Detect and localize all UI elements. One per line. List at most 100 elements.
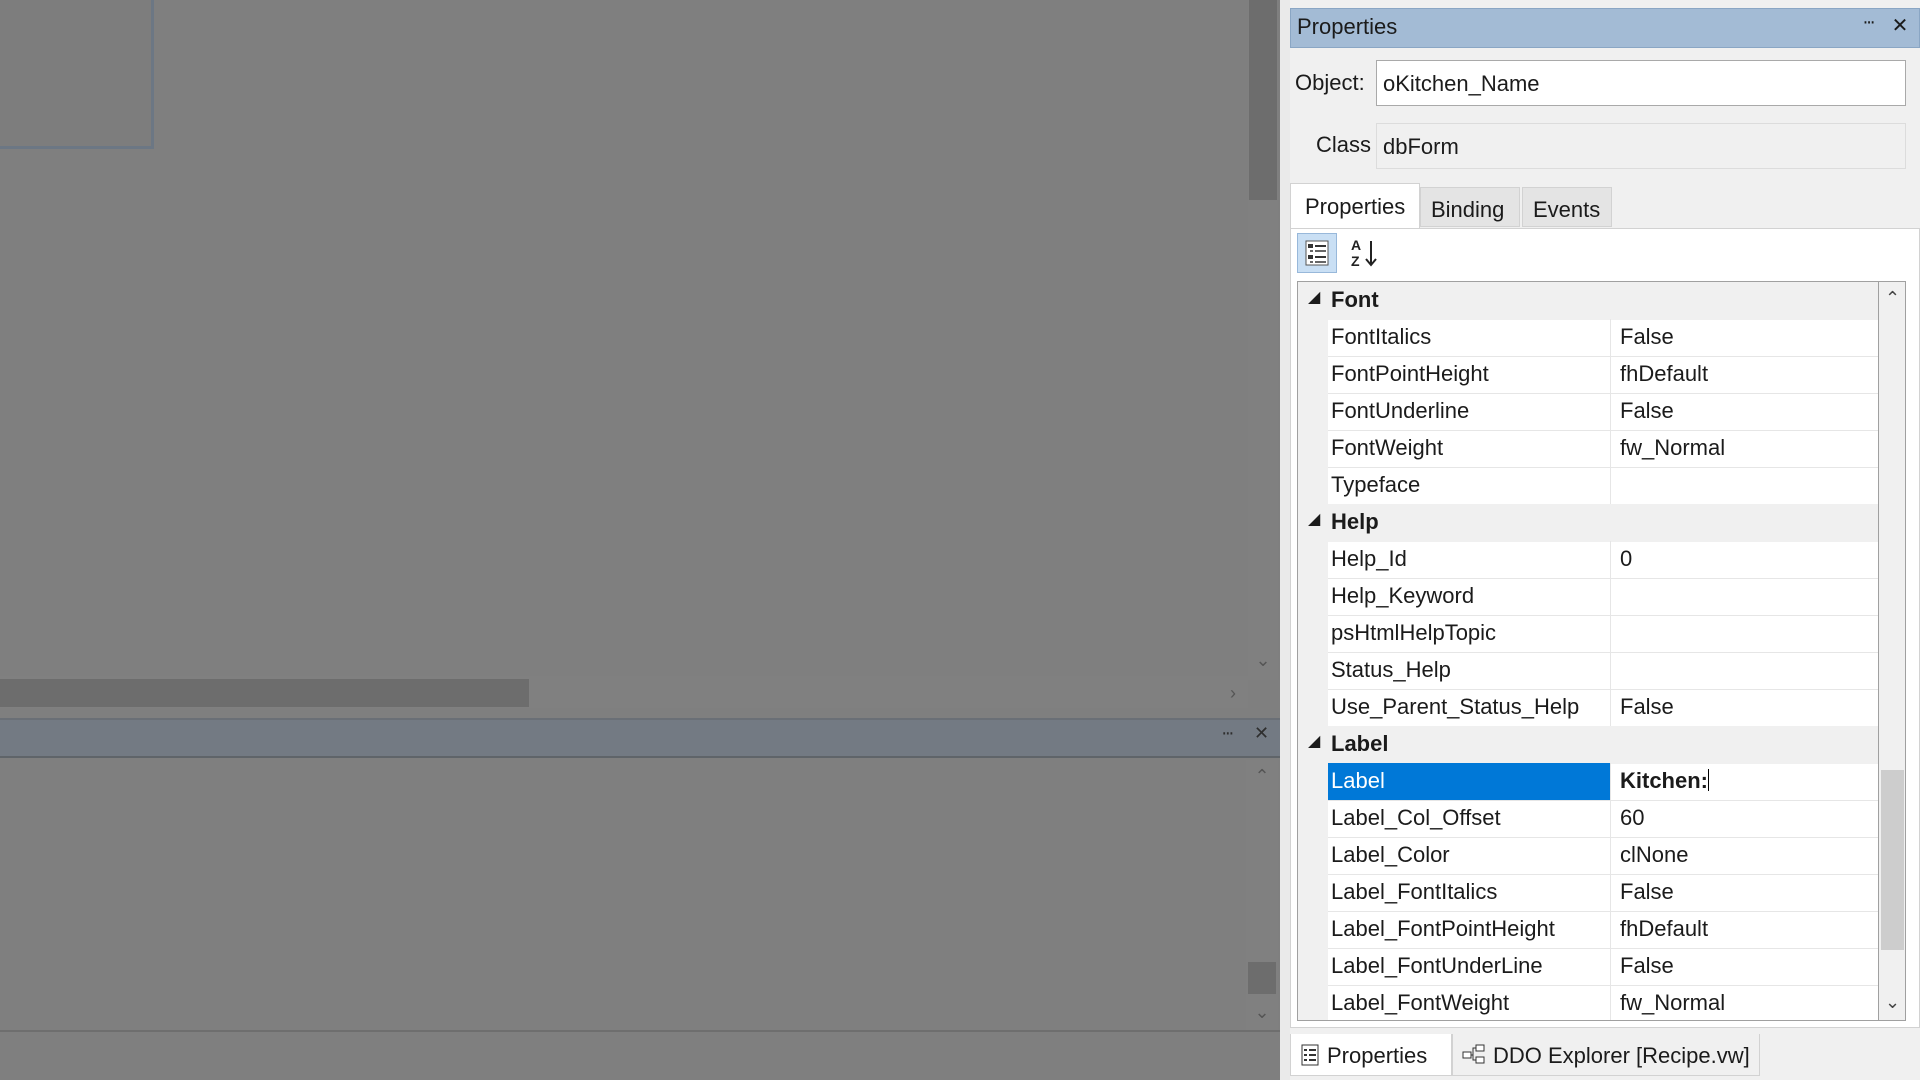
chevron-down-icon[interactable]: ⌄ [1248,648,1278,672]
property-name[interactable]: Label_FontWeight [1328,985,1611,1020]
property-value[interactable]: 60 [1612,800,1878,837]
property-grid: ◢ Font FontItalics False FontPointHeight fhDe… [1297,281,1879,1021]
collapse-triangle-icon[interactable]: ◢ [1308,731,1320,751]
output-pane-scroll-thumb[interactable] [1248,962,1276,994]
property-name[interactable]: Help_Id [1328,541,1611,578]
property-value[interactable]: fhDefault [1612,911,1878,948]
chevron-down-icon[interactable]: ⌄ [1246,1000,1278,1024]
row-gutter [1298,948,1328,985]
property-row[interactable]: Typeface [1298,467,1878,505]
collapse-triangle-icon[interactable]: ◢ [1308,509,1320,529]
property-row[interactable]: Help_Keyword [1298,578,1878,616]
property-name[interactable]: Use_Parent_Status_Help [1328,689,1611,726]
property-value[interactable]: 0 [1612,541,1878,578]
property-value[interactable]: fw_Normal [1612,985,1878,1020]
property-value-text: False [1620,694,1674,719]
tab-binding[interactable]: Binding [1420,187,1520,227]
form-preview[interactable] [0,0,154,149]
property-row[interactable]: Label_Col_Offset 60 [1298,800,1878,838]
property-row[interactable]: Label_FontPointHeight fhDefault [1298,911,1878,949]
property-row[interactable]: Label_Color clNone [1298,837,1878,875]
property-name[interactable]: Label_FontItalics [1328,874,1611,911]
status-area [0,1030,1280,1080]
property-name[interactable]: FontPointHeight [1328,356,1611,393]
property-name[interactable]: FontItalics [1328,319,1611,356]
property-name[interactable]: psHtmlHelpTopic [1328,615,1611,652]
property-row[interactable]: FontPointHeight fhDefault [1298,356,1878,394]
category-name: Help [1331,509,1379,534]
property-row[interactable]: Label Kitchen: [1298,763,1878,801]
chevron-right-icon[interactable]: › [1218,679,1248,707]
property-row[interactable]: Status_Help [1298,652,1878,690]
property-name[interactable]: Label [1328,763,1611,800]
property-row[interactable]: FontWeight fw_Normal [1298,430,1878,468]
property-row[interactable]: Help_Id 0 [1298,541,1878,579]
property-name[interactable]: Label_Color [1328,837,1611,874]
property-value[interactable] [1612,467,1878,504]
row-gutter [1298,985,1328,1020]
property-grid-scroll-thumb[interactable] [1881,770,1904,950]
object-combobox[interactable]: oKitchen_Name [1376,60,1906,106]
category-name: Label [1331,731,1389,756]
property-row[interactable]: FontItalics False [1298,319,1878,357]
property-value[interactable]: False [1612,874,1878,911]
categorized-icon[interactable] [1297,233,1337,273]
property-name[interactable]: Label_FontPointHeight [1328,911,1611,948]
ddo-tree-icon [1461,1043,1487,1067]
property-row[interactable]: Use_Parent_Status_Help False [1298,689,1878,727]
designer-vertical-scroll-thumb[interactable] [1249,0,1277,200]
property-row[interactable]: psHtmlHelpTopic [1298,615,1878,653]
close-icon[interactable]: ✕ [1888,13,1912,39]
row-gutter [1298,319,1328,356]
output-pane-header [0,718,1280,758]
property-value[interactable] [1612,652,1878,689]
bottom-tab-ddo-explorer[interactable]: DDO Explorer [Recipe.vw] [1452,1034,1760,1076]
tab-events[interactable]: Events [1522,187,1612,227]
bottom-tab-properties[interactable]: Properties [1290,1034,1452,1076]
category-row-help[interactable]: ◢ Help [1298,504,1878,542]
close-icon[interactable]: ✕ [1254,723,1269,744]
property-row[interactable]: Label_FontWeight fw_Normal [1298,985,1878,1020]
row-gutter [1298,393,1328,430]
property-name[interactable]: FontUnderline [1328,393,1611,430]
property-value-text: fw_Normal [1620,435,1726,460]
property-name[interactable]: Status_Help [1328,652,1611,689]
property-name[interactable]: Label_Col_Offset [1328,800,1611,837]
property-value[interactable] [1612,578,1878,615]
designer-horizontal-scroll-thumb[interactable] [0,679,529,707]
chevron-down-icon[interactable]: ⌄ [1879,992,1906,1016]
category-row-font[interactable]: ◢ Font [1298,282,1878,320]
row-gutter [1298,911,1328,948]
property-value[interactable] [1612,615,1878,652]
property-value[interactable]: False [1612,948,1878,985]
svg-text:Z: Z [1351,253,1360,269]
property-value[interactable]: False [1612,393,1878,430]
row-gutter [1298,430,1328,467]
row-gutter [1298,689,1328,726]
pin-icon[interactable]: ⵈ [1222,724,1234,745]
svg-text:A: A [1351,237,1361,253]
category-row-label[interactable]: ◢ Label [1298,726,1878,764]
property-value[interactable]: fhDefault [1612,356,1878,393]
row-gutter [1298,467,1328,504]
property-name[interactable]: Help_Keyword [1328,578,1611,615]
property-name[interactable]: Typeface [1328,467,1611,504]
properties-sheet-icon [1299,1043,1321,1067]
property-row[interactable]: Label_FontItalics False [1298,874,1878,912]
sort-alphabetical-icon[interactable]: A Z [1345,233,1385,273]
property-row[interactable]: FontUnderline False [1298,393,1878,431]
collapse-triangle-icon[interactable]: ◢ [1308,287,1320,307]
chevron-up-icon[interactable]: ⌃ [1246,764,1278,788]
property-row[interactable]: Label_FontUnderLine False [1298,948,1878,986]
property-name[interactable]: FontWeight [1328,430,1611,467]
property-value[interactable]: False [1612,689,1878,726]
property-value[interactable]: Kitchen: [1612,763,1878,800]
property-value[interactable]: fw_Normal [1612,430,1878,467]
property-value[interactable]: False [1612,319,1878,356]
tab-properties[interactable]: Properties [1290,183,1420,229]
property-value[interactable]: clNone [1612,837,1878,874]
property-name[interactable]: Label_FontUnderLine [1328,948,1611,985]
pin-icon[interactable]: ⵈ [1857,13,1881,39]
property-value-text: False [1620,324,1674,349]
chevron-up-icon[interactable]: ⌃ [1879,288,1906,312]
